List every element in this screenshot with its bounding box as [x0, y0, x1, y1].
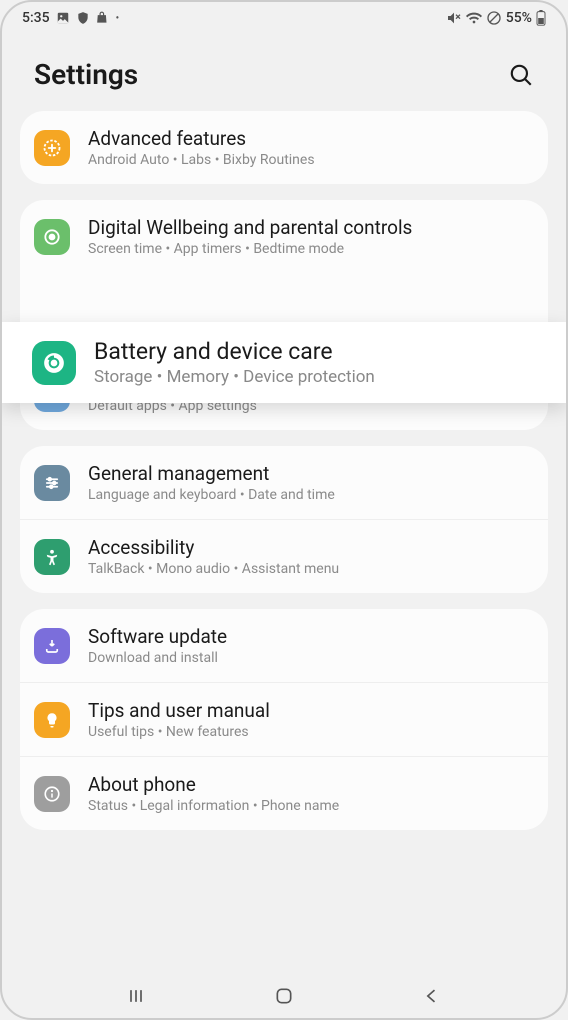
item-title: Accessibility	[88, 536, 534, 559]
item-subtitle: TalkBack • Mono audio • Assistant menu	[88, 561, 534, 577]
accessibility-icon	[34, 539, 70, 575]
item-subtitle: Status • Legal information • Phone name	[88, 798, 534, 814]
item-subtitle: Storage • Memory • Device protection	[94, 367, 536, 387]
lightbulb-icon	[34, 702, 70, 738]
settings-item-wellbeing[interactable]: Digital Wellbeing and parental controls …	[20, 200, 548, 273]
item-title: Tips and user manual	[88, 699, 534, 722]
wellbeing-icon	[34, 219, 70, 255]
update-icon	[34, 628, 70, 664]
header: Settings	[2, 30, 566, 111]
shield-icon	[76, 11, 90, 25]
settings-group: Advanced features Android Auto • Labs • …	[20, 111, 548, 184]
item-title: About phone	[88, 773, 534, 796]
battery-icon	[536, 10, 546, 26]
settings-item-about[interactable]: About phone Status • Legal information •…	[20, 757, 548, 830]
wifi-icon	[466, 10, 482, 26]
settings-group: Software update Download and install Tip…	[20, 609, 548, 830]
status-time: 5:35	[22, 10, 50, 26]
item-title: Battery and device care	[94, 338, 536, 365]
item-title: General management	[88, 462, 534, 485]
settings-item-software[interactable]: Software update Download and install	[20, 609, 548, 683]
battery-percent: 55%	[506, 10, 532, 26]
home-button[interactable]	[272, 984, 296, 1008]
back-button[interactable]	[420, 984, 444, 1008]
status-bar: 5:35 • 55%	[2, 2, 566, 30]
more-notifications-dot: •	[116, 13, 120, 24]
no-data-icon	[486, 10, 502, 26]
device-care-icon	[32, 341, 76, 385]
item-subtitle: Language and keyboard • Date and time	[88, 487, 534, 503]
recents-button[interactable]	[124, 984, 148, 1008]
search-button[interactable]	[508, 62, 534, 88]
item-title: Software update	[88, 625, 534, 648]
item-title: Advanced features	[88, 127, 534, 150]
settings-group: General management Language and keyboard…	[20, 446, 548, 593]
item-subtitle: Screen time • App timers • Bedtime mode	[88, 241, 534, 257]
info-icon	[34, 776, 70, 812]
item-title: Digital Wellbeing and parental controls	[88, 216, 534, 239]
settings-item-battery-highlighted[interactable]: Battery and device care Storage • Memory…	[2, 322, 566, 403]
bag-icon	[96, 11, 110, 25]
sliders-icon	[34, 465, 70, 501]
gear-plus-icon	[34, 130, 70, 166]
settings-item-advanced[interactable]: Advanced features Android Auto • Labs • …	[20, 111, 548, 184]
settings-item-tips[interactable]: Tips and user manual Useful tips • New f…	[20, 683, 548, 757]
navigation-bar	[2, 974, 566, 1018]
page-title: Settings	[34, 58, 138, 91]
item-subtitle: Useful tips • New features	[88, 724, 534, 740]
mute-icon	[446, 10, 462, 26]
item-subtitle: Android Auto • Labs • Bixby Routines	[88, 152, 534, 168]
gallery-icon	[56, 11, 70, 25]
settings-item-general[interactable]: General management Language and keyboard…	[20, 446, 548, 520]
item-subtitle: Download and install	[88, 650, 534, 666]
settings-item-accessibility[interactable]: Accessibility TalkBack • Mono audio • As…	[20, 520, 548, 593]
